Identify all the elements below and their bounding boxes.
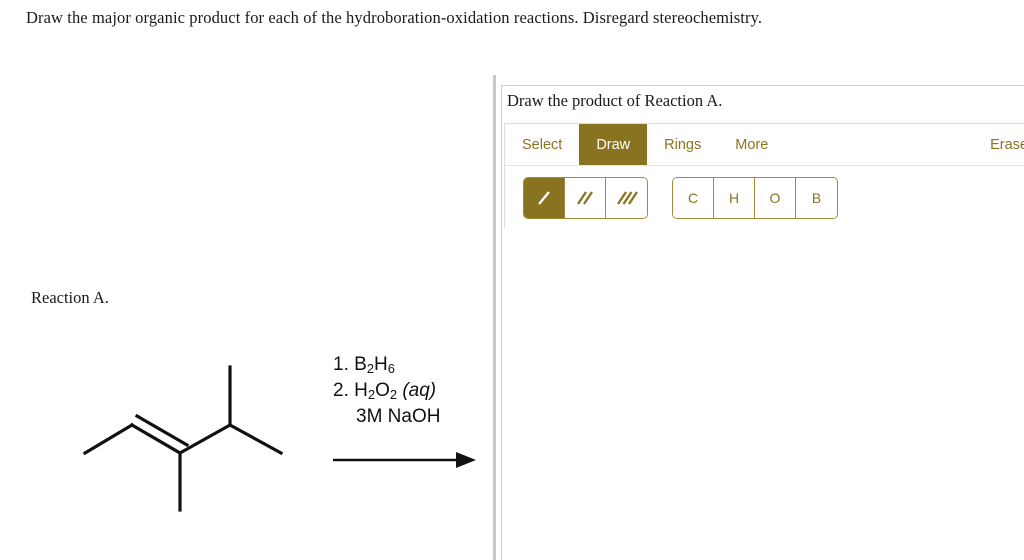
element-button-c[interactable]: C xyxy=(673,177,714,218)
panel-title: Draw the product of Reaction A. xyxy=(507,91,723,110)
drawing-panel: Draw the product of Reaction A. Select D… xyxy=(501,85,1024,560)
triple-bond-icon xyxy=(616,190,638,205)
double-bond-button[interactable] xyxy=(565,177,606,218)
element-button-h[interactable]: H xyxy=(714,177,755,218)
double-bond-icon xyxy=(577,190,593,205)
element-button-group: C H O B xyxy=(672,176,838,219)
reaction-arrow-icon xyxy=(333,452,476,468)
reactant-structure-3-4-dimethyl-2-pentene xyxy=(82,365,284,512)
toolbar-tool-row: C H O B xyxy=(505,166,1024,229)
single-bond-icon xyxy=(538,190,550,205)
question-prompt: Draw the major organic product for each … xyxy=(26,8,763,27)
element-button-o[interactable]: O xyxy=(755,177,796,218)
editor-toolbar: Select Draw Rings More Erase C H O B xyxy=(504,123,1024,230)
reaction-label: Reaction A. xyxy=(31,288,109,307)
triple-bond-button[interactable] xyxy=(606,177,647,218)
reagent-conditions: 1. B2H6 2. H2O2 (aq) 3M NaOH xyxy=(333,352,440,431)
tab-rings[interactable]: Rings xyxy=(647,124,719,165)
molecule-drawing-canvas[interactable] xyxy=(504,228,1024,558)
tab-more[interactable]: More xyxy=(718,124,786,165)
bond-tool-group xyxy=(523,176,648,219)
toolbar-tab-row: Select Draw Rings More Erase xyxy=(505,124,1024,166)
tab-draw[interactable]: Draw xyxy=(579,124,648,165)
reagent-step-2: 2. H2O2 (aq) xyxy=(333,380,437,403)
erase-button[interactable]: Erase xyxy=(973,124,1024,165)
reagent-step-1: 1. B2H6 xyxy=(333,354,395,376)
reagent-step-3: 3M NaOH xyxy=(356,406,441,428)
reaction-scheme: 1. B2H6 2. H2O2 (aq) 3M NaOH xyxy=(0,330,493,560)
tab-select[interactable]: Select xyxy=(505,124,580,165)
panel-divider xyxy=(493,75,496,560)
element-button-b[interactable]: B xyxy=(796,177,837,218)
single-bond-button[interactable] xyxy=(524,177,565,218)
